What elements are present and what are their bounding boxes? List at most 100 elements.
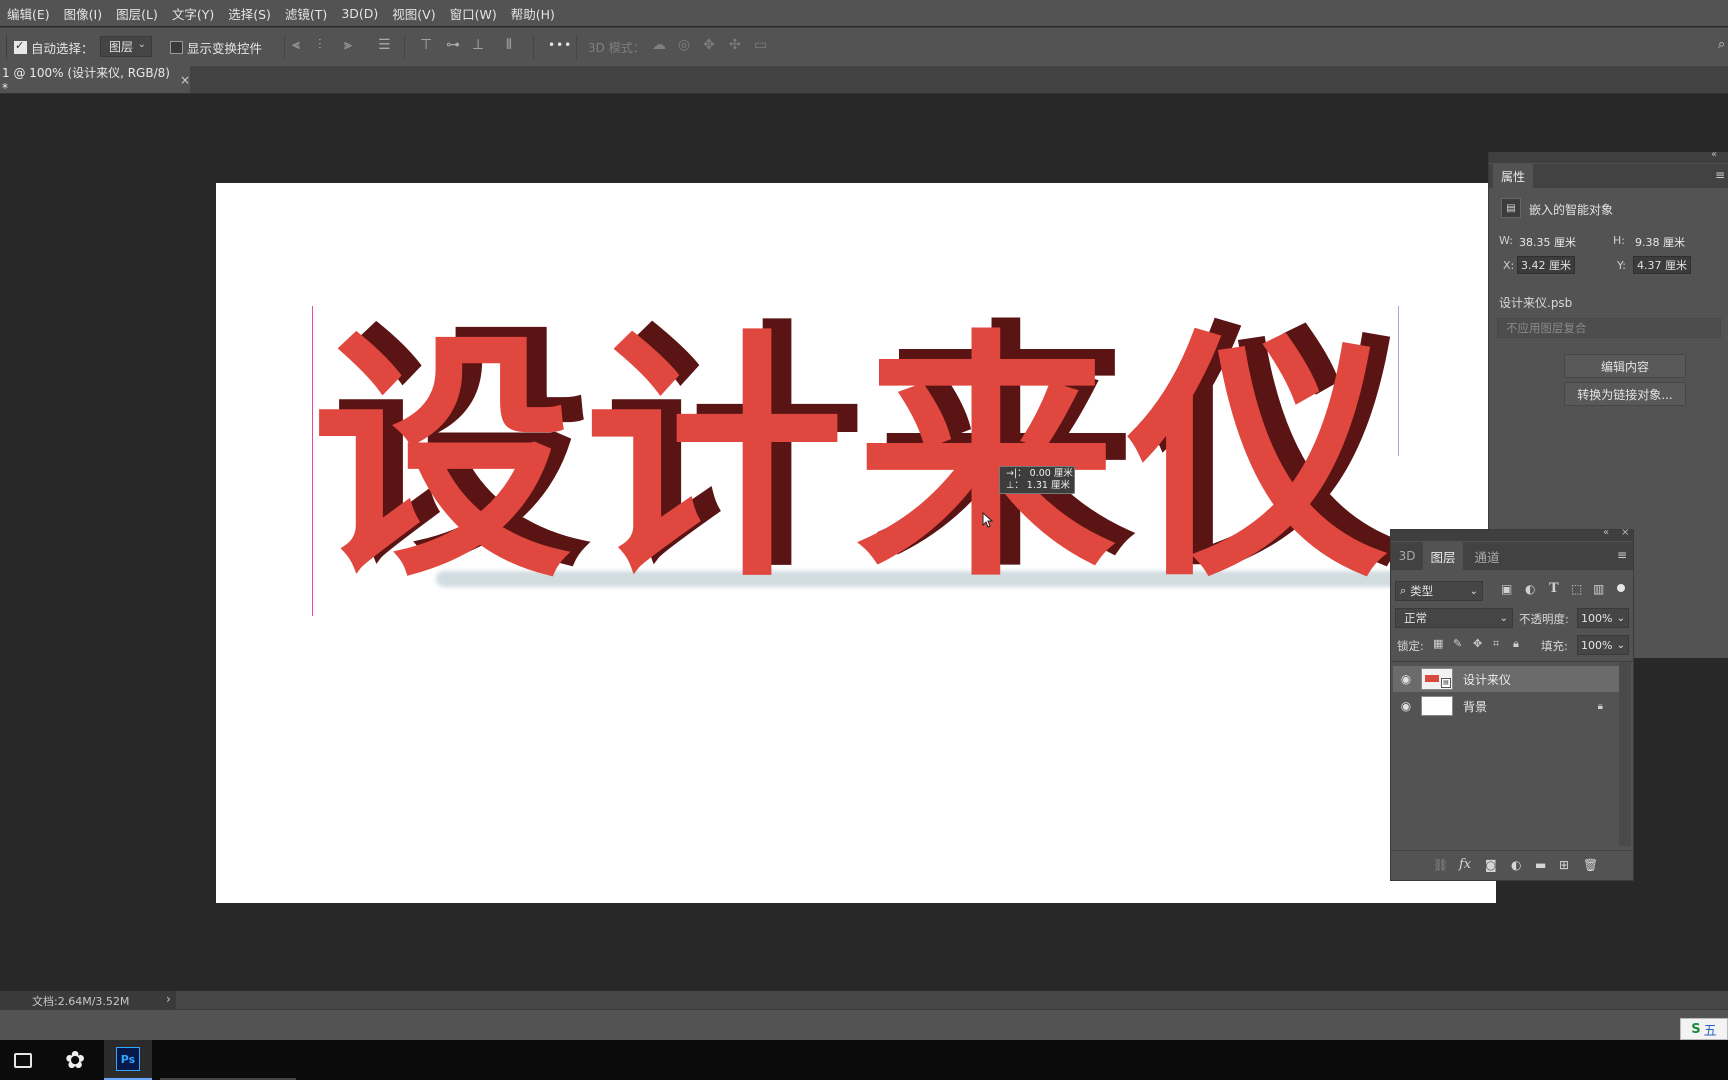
headline-char: 设 设 (312, 301, 592, 612)
close-tab-icon[interactable]: × (180, 73, 190, 87)
link-layers-icon[interactable]: ⛓ (1433, 858, 1448, 872)
menu-view[interactable]: 视图(V) (385, 4, 442, 23)
distribute-vertical-icon[interactable]: ☰ (378, 37, 391, 53)
properties-tab-row: 属性 ≡ (1489, 164, 1728, 188)
fill-label: 填充: (1541, 639, 1568, 653)
menu-select[interactable]: 选择(S) (221, 4, 278, 23)
distribute-horizontal-icon[interactable]: ⫴ (506, 37, 512, 53)
status-bar: 文档:2.64M/3.52M › (0, 991, 1728, 1009)
pinwheel-app-button[interactable]: ✿ (52, 1040, 98, 1080)
filter-smart-object-icon[interactable]: ▥ (1593, 582, 1604, 596)
status-menu-arrow[interactable]: › (166, 992, 171, 1006)
tab-layers[interactable]: 图层 (1423, 542, 1463, 570)
layer-name[interactable]: 背景 (1463, 698, 1487, 715)
lock-all-icon[interactable]: 🔒︎ (1513, 637, 1519, 651)
filter-shape-icon[interactable]: ⬚ (1571, 582, 1582, 596)
lock-position-icon[interactable]: ✥ (1473, 637, 1482, 650)
lock-transparent-icon[interactable]: ▦ (1433, 637, 1443, 650)
document-tab[interactable]: 1 @ 100% (设计来仪, RGB/8) * × (0, 66, 190, 95)
collapse-panel-icon[interactable]: « (1711, 149, 1717, 160)
orbit-3d-icon[interactable]: ☁ (652, 37, 666, 53)
x-label: X: (1503, 259, 1515, 272)
w-value[interactable]: 38.35 厘米 (1519, 234, 1576, 250)
panel-menu-icon[interactable]: ≡ (1617, 548, 1627, 562)
h-value[interactable]: 9.38 厘米 (1635, 234, 1685, 250)
more-options-button[interactable]: ••• (548, 38, 572, 52)
auto-select-dropdown[interactable]: 图层 ⌄ (100, 36, 152, 57)
trash-icon[interactable]: 🗑︎ (1583, 858, 1598, 872)
fill-input[interactable]: 100% ⌄ (1577, 635, 1629, 655)
filter-toggle[interactable] (1617, 584, 1625, 592)
menu-help[interactable]: 帮助(H) (504, 4, 562, 23)
layer-row[interactable]: ◉ 背景 🔒︎ (1393, 693, 1619, 719)
panel-menu-icon[interactable]: ≡ (1715, 168, 1725, 182)
align-vcenter-icon[interactable]: ⊶ (446, 37, 460, 53)
layers-scrollbar[interactable] (1619, 662, 1631, 846)
thumbnail-text-mark (1425, 675, 1439, 682)
new-layer-icon[interactable]: ⊞ (1559, 858, 1569, 872)
menu-layer[interactable]: 图层(L) (109, 4, 165, 23)
char-face: 仪 (1128, 310, 1388, 612)
add-mask-icon[interactable]: ◙ (1485, 858, 1497, 872)
document-tab-title: 1 @ 100% (设计来仪, RGB/8) * (2, 66, 170, 95)
tab-properties[interactable]: 属性 (1493, 164, 1533, 188)
adjustment-layer-icon[interactable]: ◐ (1511, 858, 1521, 872)
fx-icon[interactable]: fx (1459, 857, 1471, 872)
close-panel-icon[interactable]: × (1621, 527, 1629, 538)
menu-image[interactable]: 图像(I) (57, 4, 109, 23)
align-bottom-icon[interactable]: ⊥ (472, 37, 484, 53)
search-icon[interactable]: ⌕ (1718, 37, 1725, 52)
menu-type[interactable]: 文字(Y) (165, 4, 221, 23)
y-input[interactable]: 4.37 厘米 (1633, 256, 1691, 274)
chevron-down-icon: ⌄ (1469, 585, 1478, 597)
blend-mode-dropdown[interactable]: 正常 ⌄ (1395, 608, 1513, 628)
headline-3d-text[interactable]: 设 设 计 计 来 来 仪 仪 (312, 301, 1412, 612)
tab-3d[interactable]: 3D (1395, 542, 1419, 570)
task-view-button[interactable] (0, 1040, 46, 1080)
auto-select-label: 自动选择： (31, 41, 94, 56)
headline-char: 仪 仪 (1128, 301, 1408, 612)
layers-panel: « × 3D 图层 通道 ≡ ⌕ 类型 ⌄ ▣ ◐ T ⬚ ▥ 正常 ⌄ 不透明… (1390, 527, 1634, 881)
char-face: 来 (856, 310, 1116, 612)
align-left-icon[interactable]: ⫷ (292, 37, 300, 53)
lock-artboard-icon[interactable]: ⌗ (1493, 637, 1499, 651)
panel-header-strip: « × (1391, 527, 1633, 541)
layer-name[interactable]: 设计来仪 (1463, 671, 1511, 688)
filter-type-icon[interactable]: T (1549, 581, 1559, 596)
layer-row[interactable]: ◉ ▤ 设计来仪 (1393, 666, 1619, 692)
align-hcenter-icon[interactable]: ⫶ (318, 37, 322, 53)
menu-window[interactable]: 窗口(W) (443, 4, 504, 23)
convert-to-linked-button[interactable]: 转换为链接对象... (1564, 382, 1686, 406)
eye-icon[interactable]: ◉ (1393, 699, 1419, 713)
menu-3d[interactable]: 3D(D) (334, 6, 385, 21)
pan-3d-icon[interactable]: ✥ (703, 37, 715, 53)
menu-filter[interactable]: 滤镜(T) (278, 4, 334, 23)
lock-paint-icon[interactable]: ✎ (1453, 637, 1462, 650)
document-canvas[interactable]: 设 设 计 计 来 来 仪 仪 →|： 0.00 厘米 ⊥： 1.31 厘米 (216, 183, 1496, 903)
ime-indicator[interactable]: S 五 (1680, 1018, 1728, 1040)
tab-channels[interactable]: 通道 (1469, 542, 1505, 570)
eye-icon[interactable]: ◉ (1393, 672, 1419, 686)
filter-pixel-icon[interactable]: ▣ (1501, 582, 1512, 596)
auto-select-checkbox[interactable] (14, 39, 27, 54)
status-info-box[interactable]: 文档:2.64M/3.52M › (0, 991, 176, 1009)
collapse-panel-icon[interactable]: « (1603, 527, 1609, 538)
align-right-icon[interactable]: ⫸ (344, 37, 352, 53)
lock-icon: 🔒︎ (1597, 700, 1603, 712)
photoshop-taskbar-button[interactable]: Ps (104, 1040, 152, 1080)
align-top-icon[interactable]: ⊤ (420, 37, 432, 53)
slide-3d-icon[interactable]: ✣ (729, 37, 741, 53)
x-input[interactable]: 3.42 厘米 (1517, 256, 1575, 274)
char-face: 设 (312, 310, 572, 612)
roll-3d-icon[interactable]: ◎ (678, 37, 690, 53)
video-camera-icon[interactable]: ▭ (754, 37, 767, 53)
menu-edit[interactable]: 编辑(E) (0, 4, 57, 23)
filter-type-dropdown[interactable]: ⌕ 类型 ⌄ (1395, 581, 1483, 601)
edit-contents-button[interactable]: 编辑内容 (1564, 354, 1686, 378)
group-folder-icon[interactable]: ▬ (1535, 858, 1546, 872)
layers-tab-row: 3D 图层 通道 ≡ (1391, 542, 1633, 570)
show-transform-checkbox[interactable] (170, 41, 183, 54)
opacity-input[interactable]: 100% ⌄ (1577, 608, 1629, 628)
filter-adjustment-icon[interactable]: ◐ (1525, 582, 1535, 596)
layer-comp-dropdown[interactable]: 不应用图层复合 (1497, 318, 1721, 338)
